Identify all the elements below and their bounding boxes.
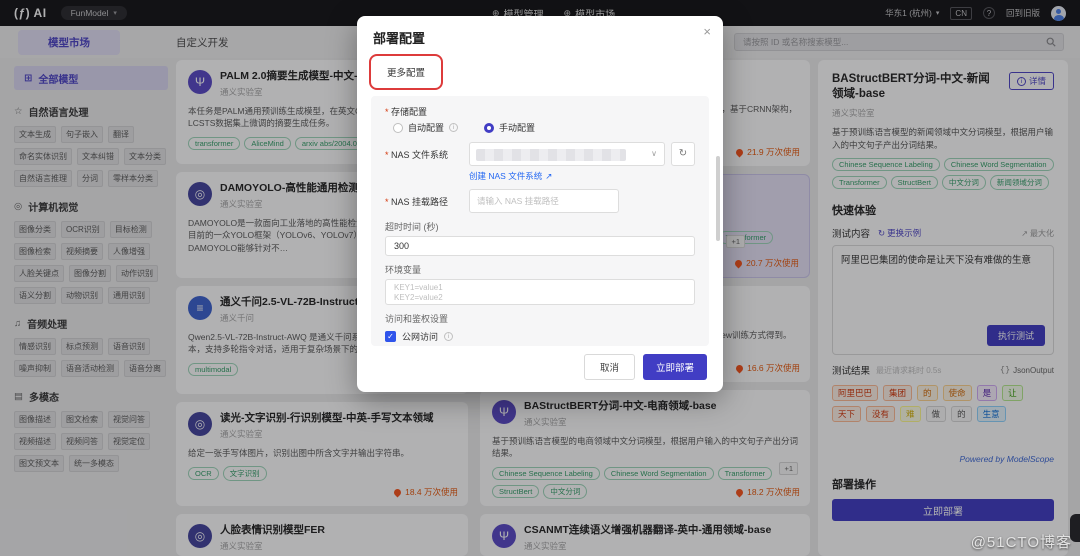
blurred-value <box>476 149 626 161</box>
nas-fs-select[interactable]: ∨ <box>469 142 665 166</box>
radio-manual-config[interactable]: 手动配置 <box>484 121 535 134</box>
radio-icon-selected <box>484 123 494 133</box>
deploy-confirm-button[interactable]: 立即部署 <box>643 354 707 380</box>
info-icon: i <box>444 332 453 341</box>
nas-path-label: NAS 挂载路径 <box>385 195 469 208</box>
timeout-input[interactable] <box>385 236 695 256</box>
close-icon[interactable]: × <box>703 24 711 39</box>
env-textarea[interactable]: KEY1=value1 KEY2=value2 <box>385 279 695 305</box>
access-settings-label: 访问和鉴权设置 <box>385 312 695 325</box>
public-access-checkbox-row[interactable]: ✓ 公网访问 i <box>385 330 695 343</box>
nas-fs-label: NAS 文件系统 <box>385 148 469 161</box>
more-config-button[interactable]: 更多配置 <box>374 59 438 85</box>
radio-icon <box>393 123 403 133</box>
modal-scrollbar[interactable] <box>716 156 720 241</box>
nas-path-input[interactable] <box>469 189 619 213</box>
env-label: 环境变量 <box>385 263 695 276</box>
checkbox-checked-icon[interactable]: ✓ <box>385 331 396 342</box>
red-annotation-box: 更多配置 <box>369 54 443 90</box>
modal-title: 部署配置 <box>357 16 723 53</box>
cancel-button[interactable]: 取消 <box>584 354 635 380</box>
deploy-config-modal: × 部署配置 更多配置 存储配置 自动配置 i 手动配置 NAS 文件系统 ∨ … <box>357 16 723 392</box>
info-icon: i <box>449 123 458 132</box>
radio-auto-config[interactable]: 自动配置 i <box>393 121 458 134</box>
external-link-icon: ↗ <box>545 171 552 182</box>
modal-form: 存储配置 自动配置 i 手动配置 NAS 文件系统 ∨ ↻ 创建 NAS 文件系… <box>371 96 709 346</box>
refresh-button[interactable]: ↻ <box>671 142 695 166</box>
storage-config-label: 存储配置 <box>385 105 469 118</box>
timeout-label: 超时时间 (秒) <box>385 220 695 233</box>
create-nas-link[interactable]: 创建 NAS 文件系统 ↗ <box>469 170 695 182</box>
chevron-down-icon: ∨ <box>651 149 657 158</box>
watermark: @51CTO博客 <box>971 531 1072 552</box>
